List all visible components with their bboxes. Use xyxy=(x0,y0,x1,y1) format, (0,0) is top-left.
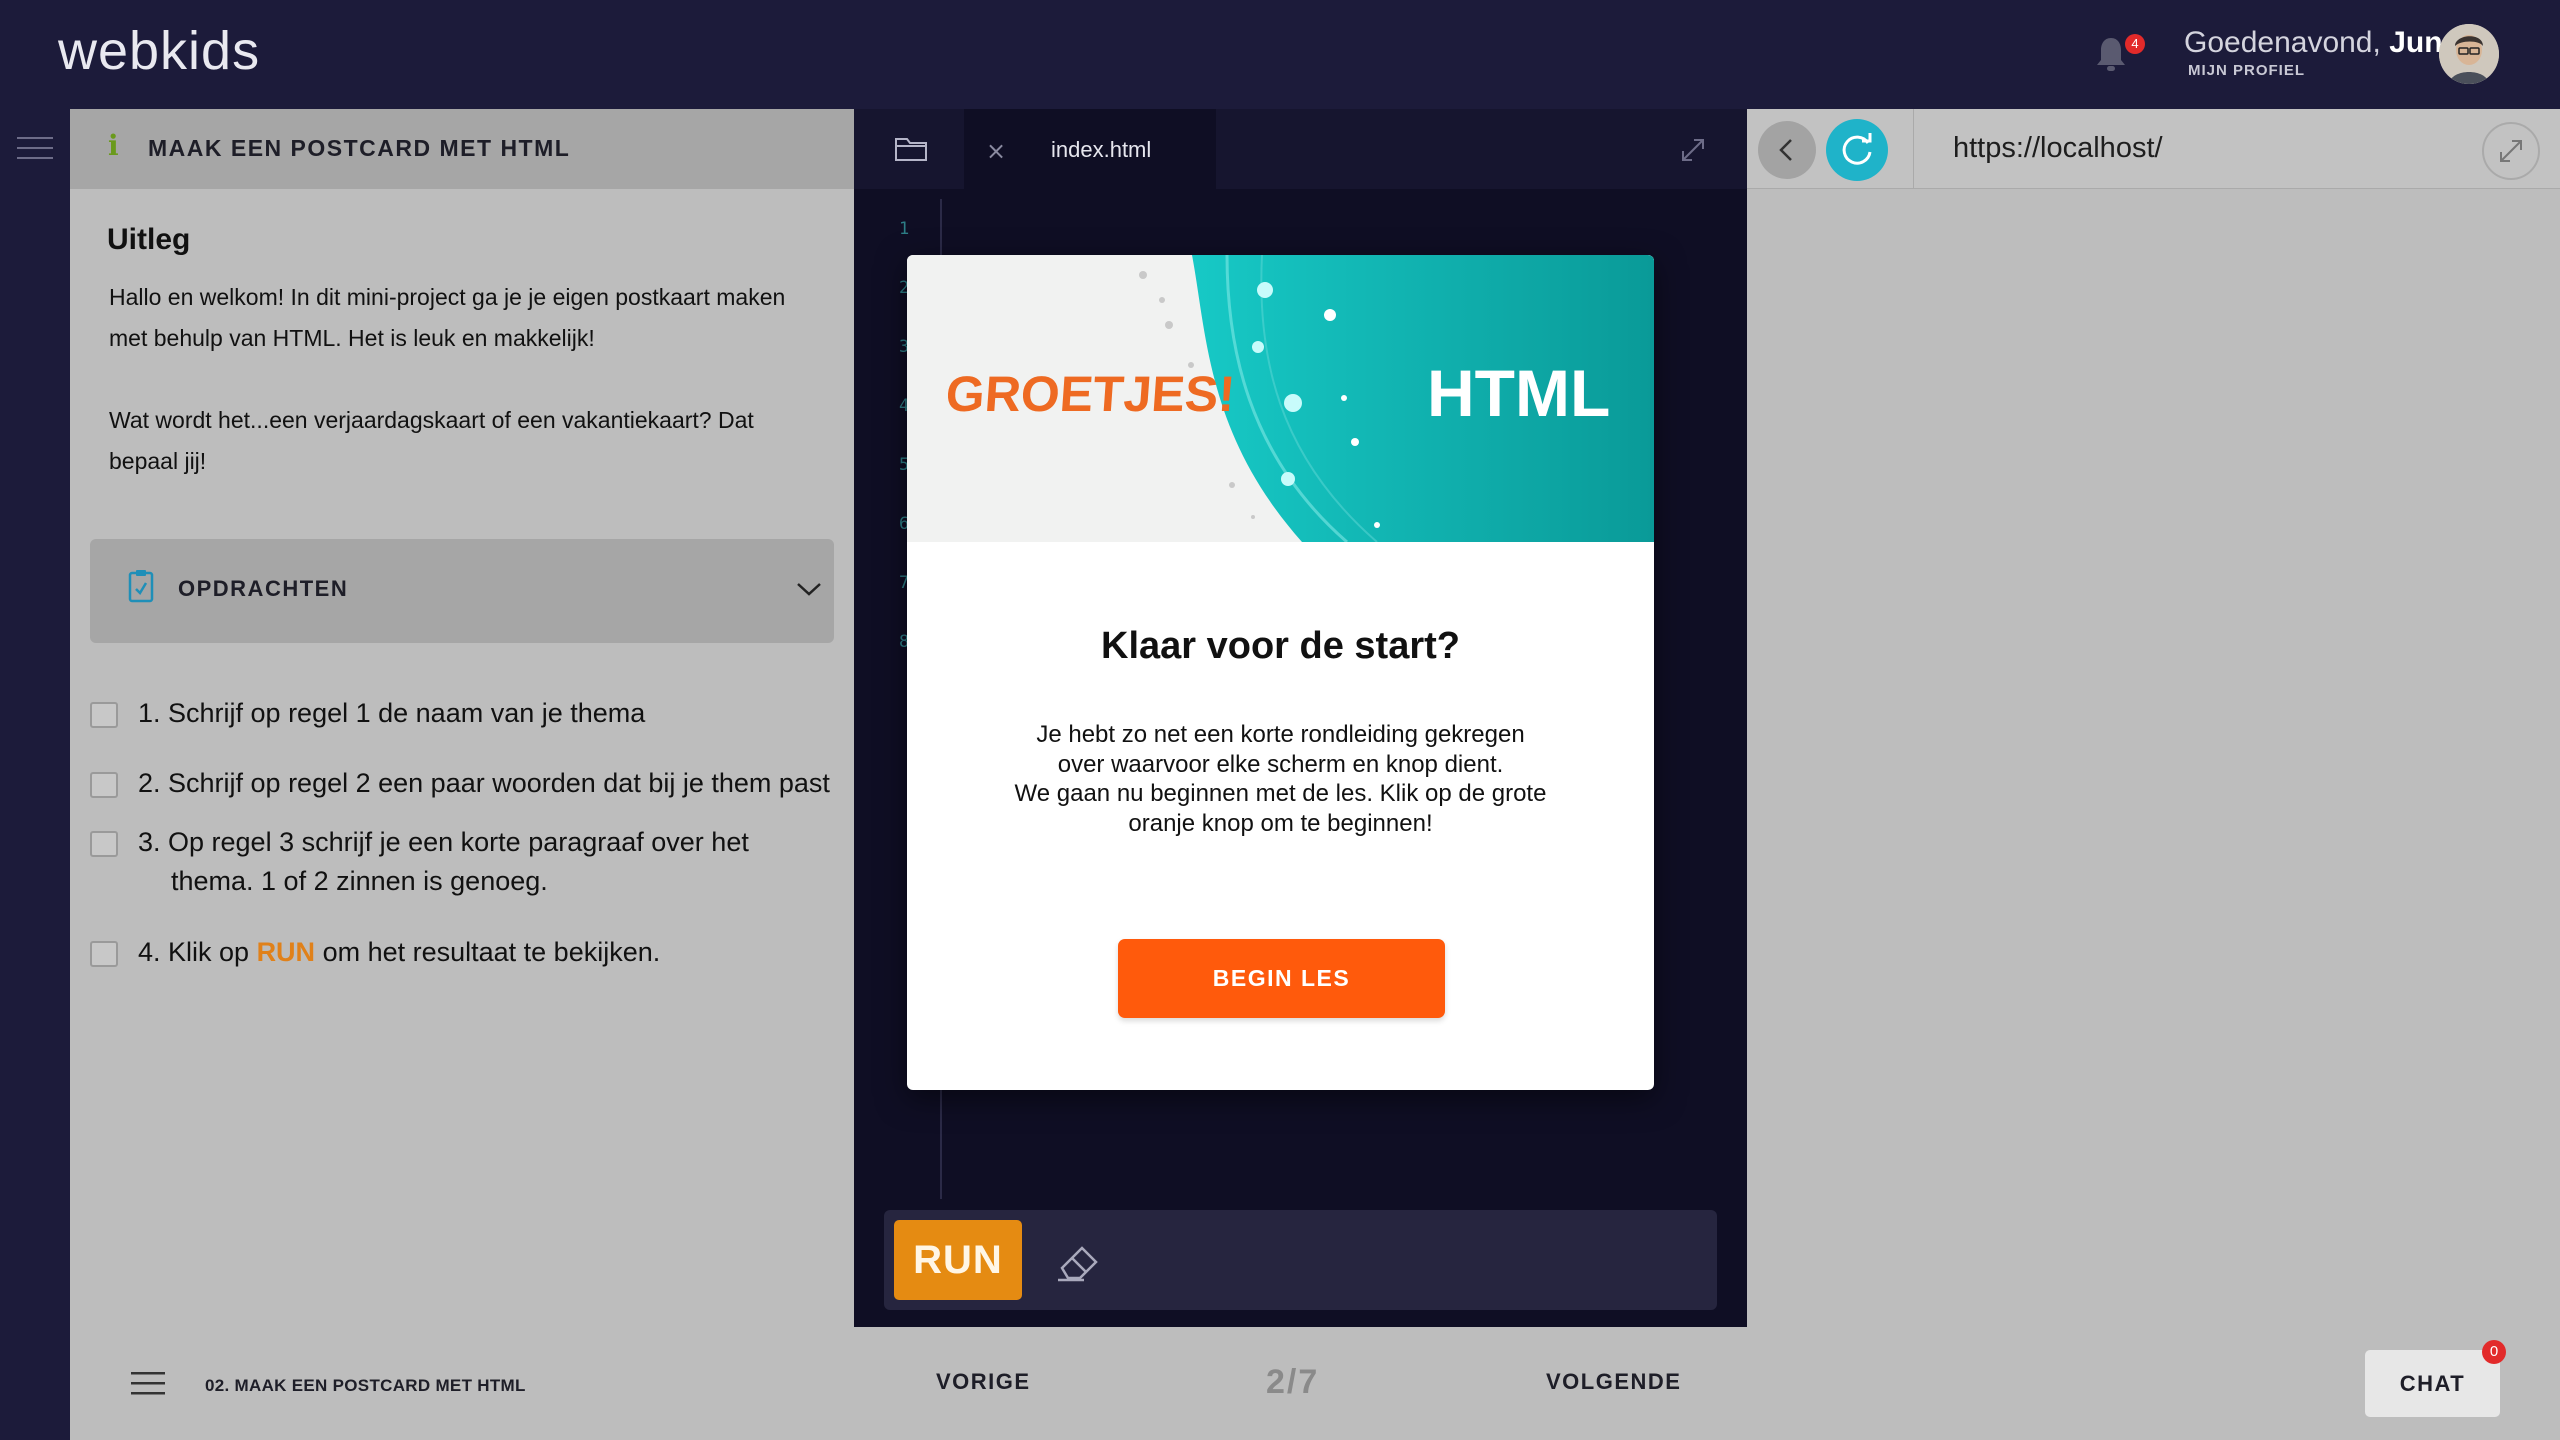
refresh-icon xyxy=(1842,133,1872,165)
chat-button[interactable]: CHAT xyxy=(2365,1350,2500,1417)
task-text-line: thema. 1 of 2 zinnen is genoeg. xyxy=(171,866,548,896)
folder-icon[interactable] xyxy=(894,133,928,163)
modal-banner: GROETJES! HTML xyxy=(907,255,1654,542)
info-icon: i xyxy=(108,129,119,162)
task-text-line: 3. Op regel 3 schrijf je een korte parag… xyxy=(138,827,749,857)
next-button[interactable]: VOLGENDE xyxy=(1546,1369,1681,1395)
eraser-icon[interactable] xyxy=(1054,1236,1104,1284)
intro-paragraph: Hallo en welkom! In dit mini-project ga … xyxy=(109,284,786,351)
task-item: 4. Klik op RUN om het resultaat te bekij… xyxy=(90,933,850,973)
preview-panel: https://localhost/ xyxy=(1747,109,2560,1327)
back-button[interactable] xyxy=(1758,121,1816,179)
greeting-prefix: Goedenavond, xyxy=(2184,26,2381,59)
chat-count-badge: 0 xyxy=(2482,1340,2506,1364)
task-checkbox[interactable] xyxy=(90,831,118,857)
assignments-accordion[interactable]: OPDRACHTEN xyxy=(90,539,834,643)
intro-text: Hallo en welkom! In dit mini-project ga … xyxy=(109,277,829,523)
expand-icon[interactable] xyxy=(1680,137,1706,163)
modal-paragraph: Je hebt zo net een korte rondleiding gek… xyxy=(1036,721,1525,778)
banner-greeting: GROETJES! xyxy=(944,366,1237,422)
instructions-panel: i MAAK EEN POSTCARD MET HTML Uitleg Hall… xyxy=(70,109,854,1327)
expand-icon xyxy=(2500,140,2522,162)
modal-paragraph: We gaan nu beginnen met de les. Klik op … xyxy=(1014,780,1547,837)
close-icon[interactable]: × xyxy=(986,137,1006,165)
begin-lesson-button[interactable]: BEGIN LES xyxy=(1118,939,1445,1018)
hamburger-menu-icon[interactable] xyxy=(17,135,53,161)
my-profile-link[interactable]: MIJN PROFIEL xyxy=(2188,62,2305,79)
top-bar: webkids 4 Goedenavond, Jun MIJN PROFIEL xyxy=(0,0,2560,109)
webkids-logo[interactable]: webkids xyxy=(58,20,260,82)
task-text: 2. Schrijf op regel 2 een paar woorden d… xyxy=(138,768,830,798)
url-bar[interactable]: https://localhost/ xyxy=(1953,132,2163,165)
toolbar-divider xyxy=(1913,109,1914,189)
task-item: 1. Schrijf op regel 1 de naam van je the… xyxy=(90,694,850,734)
greeting-text: Goedenavond, Jun xyxy=(2184,26,2443,60)
run-button[interactable]: RUN xyxy=(894,1220,1022,1300)
course-label: 02. MAAK EEN POSTCARD MET HTML xyxy=(205,1376,526,1395)
section-title: Uitleg xyxy=(107,223,191,256)
intro-paragraph: Wat wordt het...een verjaardagskaart of … xyxy=(109,407,754,474)
notification-count-badge: 4 xyxy=(2125,34,2145,54)
task-checkbox[interactable] xyxy=(90,702,118,728)
task-text: 1. Schrijf op regel 1 de naam van je the… xyxy=(138,698,646,728)
clipboard-icon xyxy=(128,570,154,603)
chevron-left-icon xyxy=(1779,139,1792,161)
chevron-down-icon[interactable] xyxy=(796,579,822,599)
reload-button[interactable] xyxy=(1826,119,1888,181)
task-item: 3. Op regel 3 schrijf je een korte parag… xyxy=(90,823,850,903)
task-text: 3. Op regel 3 schrijf je een korte parag… xyxy=(138,823,848,901)
expand-preview-button[interactable] xyxy=(2482,122,2540,180)
run-highlight: RUN xyxy=(256,937,316,967)
left-rail xyxy=(0,109,70,1440)
modal-title: Klaar voor de start? xyxy=(1101,625,1460,667)
preview-toolbar: https://localhost/ xyxy=(1747,109,2560,189)
user-name: Jun xyxy=(2389,26,2443,59)
task-text-suffix: om het resultaat te bekijken. xyxy=(315,937,661,967)
previous-button[interactable]: VORIGE xyxy=(936,1369,1031,1395)
bell-icon[interactable] xyxy=(2093,34,2129,74)
tab-label: index.html xyxy=(1051,137,1152,162)
run-toolbar: RUN xyxy=(884,1210,1717,1310)
task-text-prefix: 4. Klik op xyxy=(138,937,257,967)
lesson-menu-icon[interactable] xyxy=(131,1370,165,1396)
task-checkbox[interactable] xyxy=(90,772,118,798)
accordion-title: OPDRACHTEN xyxy=(178,576,349,601)
instructions-header: i MAAK EEN POSTCARD MET HTML xyxy=(70,109,854,189)
bottom-nav: 02. MAAK EEN POSTCARD MET HTML VORIGE 2/… xyxy=(70,1327,2560,1440)
lesson-title: MAAK EEN POSTCARD MET HTML xyxy=(148,135,571,161)
avatar-image xyxy=(2439,24,2499,84)
editor-tab-bar: × index.html xyxy=(854,109,1747,189)
task-item: 2. Schrijf op regel 2 een paar woorden d… xyxy=(90,764,850,804)
line-number: 1 xyxy=(899,219,910,239)
task-checkbox[interactable] xyxy=(90,941,118,967)
start-lesson-modal: GROETJES! HTML Klaar voor de start? Je h… xyxy=(907,255,1654,1090)
avatar[interactable] xyxy=(2439,24,2499,84)
task-text: 4. Klik op RUN om het resultaat te bekij… xyxy=(138,933,848,972)
page-indicator: 2/7 xyxy=(1266,1363,1320,1401)
banner-html-label: HTML xyxy=(1427,356,1611,430)
